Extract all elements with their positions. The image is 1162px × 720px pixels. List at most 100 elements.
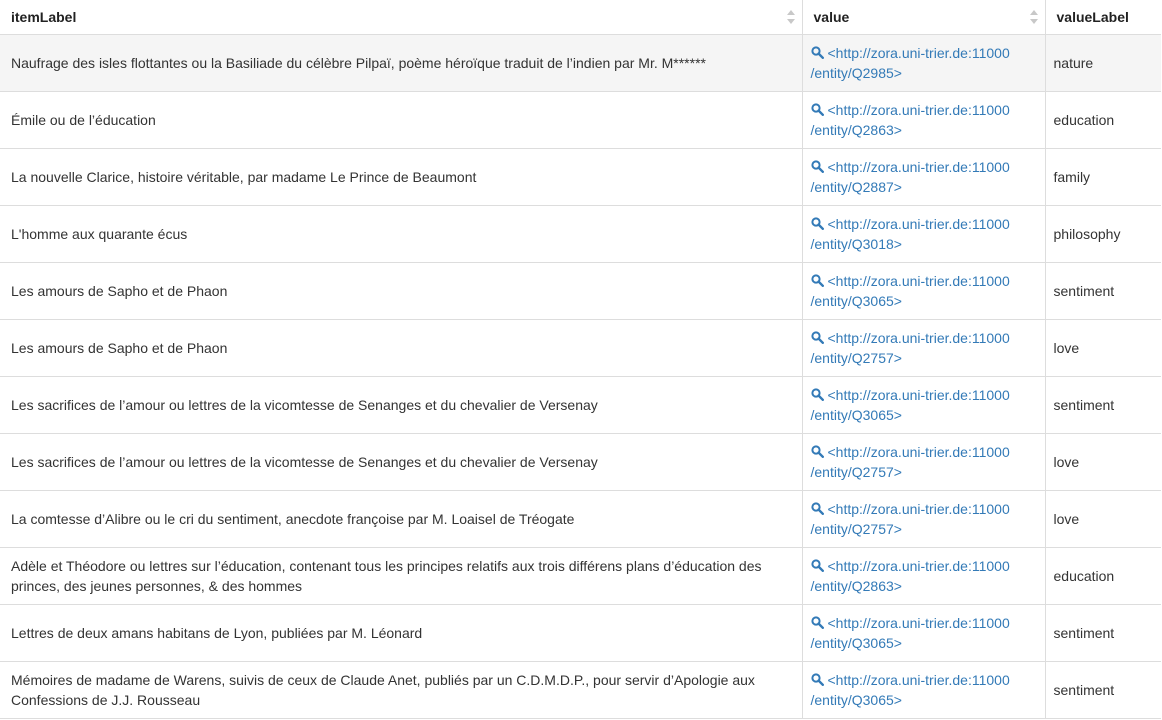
entity-link[interactable]: <http://zora.uni-trier.de:11000/entity/Q… [811, 330, 1010, 366]
item-label-cell: La comtesse d’Alibre ou le cri du sentim… [0, 490, 803, 548]
entity-url-line2[interactable]: /entity/Q2757> [811, 350, 902, 366]
item-label-cell: Lettres de deux amans habitans de Lyon, … [0, 604, 803, 662]
value-label: sentiment [1053, 396, 1115, 413]
entity-link[interactable]: <http://zora.uni-trier.de:11000/entity/Q… [811, 159, 1010, 195]
item-label-cell: Adèle et Théodore ou lettres sur l’éduca… [0, 547, 803, 605]
entity-url-line2[interactable]: /entity/Q3065> [811, 692, 902, 708]
entity-url-line1[interactable]: <http://zora.uni-trier.de:11000 [828, 45, 1010, 61]
value-label-cell: education [1045, 547, 1161, 605]
entity-url-line2[interactable]: /entity/Q3065> [811, 635, 902, 651]
entity-link[interactable]: <http://zora.uni-trier.de:11000/entity/Q… [811, 102, 1010, 138]
item-label-cell: Mémoires de madame de Warens, suivis de … [0, 661, 803, 719]
magnifier-icon[interactable] [810, 330, 824, 344]
magnifier-icon[interactable] [810, 501, 824, 515]
item-label: Les sacrifices de l’amour ou lettres de … [11, 396, 598, 413]
column-header-label: valueLabel [1056, 8, 1129, 25]
entity-url-line2[interactable]: /entity/Q3065> [811, 407, 902, 423]
entity-url-line1[interactable]: <http://zora.uni-trier.de:11000 [828, 273, 1010, 289]
entity-link[interactable]: <http://zora.uni-trier.de:11000/entity/Q… [811, 273, 1010, 309]
entity-url-line2[interactable]: /entity/Q2887> [811, 179, 902, 195]
item-label: La comtesse d’Alibre ou le cri du sentim… [11, 510, 575, 527]
item-label: Les amours de Sapho et de Phaon [11, 339, 228, 356]
value-cell: <http://zora.uni-trier.de:11000/entity/Q… [802, 262, 1046, 320]
magnifier-icon[interactable] [810, 387, 824, 401]
entity-link[interactable]: <http://zora.uni-trier.de:11000/entity/Q… [811, 672, 1010, 708]
magnifier-icon[interactable] [810, 216, 824, 230]
value-cell: <http://zora.uni-trier.de:11000/entity/Q… [802, 604, 1046, 662]
value-label: sentiment [1053, 681, 1115, 698]
magnifier-icon[interactable] [810, 45, 824, 59]
magnifier-icon[interactable] [810, 444, 824, 458]
value-label: sentiment [1053, 624, 1115, 641]
entity-url-line2[interactable]: /entity/Q2863> [811, 578, 902, 594]
table-row: Adèle et Théodore ou lettres sur l’éduca… [0, 547, 1161, 605]
entity-url-line2[interactable]: /entity/Q3065> [811, 293, 902, 309]
header-row: itemLabel value valueLabel [0, 0, 1161, 35]
results-table: itemLabel value valueLabel Naufrage des … [0, 0, 1161, 719]
column-header-itemlabel[interactable]: itemLabel [0, 0, 803, 35]
entity-link[interactable]: <http://zora.uni-trier.de:11000/entity/Q… [811, 45, 1010, 81]
item-label: Lettres de deux amans habitans de Lyon, … [11, 624, 423, 641]
item-label: Mémoires de madame de Warens, suivis de … [11, 671, 755, 708]
entity-url-line2[interactable]: /entity/Q2757> [811, 521, 902, 537]
magnifier-icon[interactable] [810, 558, 824, 572]
item-label-cell: Les amours de Sapho et de Phaon [0, 262, 803, 320]
entity-url-line1[interactable]: <http://zora.uni-trier.de:11000 [828, 501, 1010, 517]
value-cell: <http://zora.uni-trier.de:11000/entity/Q… [802, 661, 1046, 719]
entity-url-line1[interactable]: <http://zora.uni-trier.de:11000 [828, 387, 1010, 403]
value-cell: <http://zora.uni-trier.de:11000/entity/Q… [802, 91, 1046, 149]
table-row: Lettres de deux amans habitans de Lyon, … [0, 604, 1161, 662]
entity-url-line2[interactable]: /entity/Q3018> [811, 236, 902, 252]
item-label: La nouvelle Clarice, histoire véritable,… [11, 168, 477, 185]
item-label: Les sacrifices de l’amour ou lettres de … [11, 453, 598, 470]
value-label: family [1053, 168, 1091, 185]
column-header-label: itemLabel [11, 8, 77, 25]
entity-url-line1[interactable]: <http://zora.uni-trier.de:11000 [828, 216, 1010, 232]
value-label: love [1053, 453, 1080, 470]
entity-link[interactable]: <http://zora.uni-trier.de:11000/entity/Q… [811, 501, 1010, 537]
value-label-cell: education [1045, 91, 1161, 149]
magnifier-icon[interactable] [810, 672, 824, 686]
item-label: Naufrage des isles flottantes ou la Basi… [11, 54, 706, 71]
entity-link[interactable]: <http://zora.uni-trier.de:11000/entity/Q… [811, 216, 1010, 252]
entity-url-line2[interactable]: /entity/Q2863> [811, 122, 902, 138]
value-label: love [1053, 510, 1080, 527]
entity-link[interactable]: <http://zora.uni-trier.de:11000/entity/Q… [811, 387, 1010, 423]
entity-url-line2[interactable]: /entity/Q2757> [811, 464, 902, 480]
item-label: L'homme aux quarante écus [11, 225, 188, 242]
column-header-valuelabel[interactable]: valueLabel [1045, 0, 1161, 35]
value-label-cell: love [1045, 490, 1161, 548]
magnifier-icon[interactable] [810, 102, 824, 116]
entity-url-line1[interactable]: <http://zora.uni-trier.de:11000 [828, 672, 1010, 688]
value-label: education [1053, 111, 1115, 128]
value-label-cell: sentiment [1045, 376, 1161, 434]
entity-url-line1[interactable]: <http://zora.uni-trier.de:11000 [828, 615, 1010, 631]
magnifier-icon[interactable] [810, 159, 824, 173]
entity-link[interactable]: <http://zora.uni-trier.de:11000/entity/Q… [811, 615, 1010, 651]
value-cell: <http://zora.uni-trier.de:11000/entity/Q… [802, 319, 1046, 377]
sort-icon[interactable] [786, 10, 795, 24]
entity-link[interactable]: <http://zora.uni-trier.de:11000/entity/Q… [811, 444, 1010, 480]
column-header-value[interactable]: value [802, 0, 1046, 35]
item-label-cell: Naufrage des isles flottantes ou la Basi… [0, 34, 803, 92]
item-label-cell: Émile ou de l’éducation [0, 91, 803, 149]
entity-url-line1[interactable]: <http://zora.uni-trier.de:11000 [828, 444, 1010, 460]
entity-link[interactable]: <http://zora.uni-trier.de:11000/entity/Q… [811, 558, 1010, 594]
entity-url-line1[interactable]: <http://zora.uni-trier.de:11000 [828, 558, 1010, 574]
value-cell: <http://zora.uni-trier.de:11000/entity/Q… [802, 376, 1046, 434]
sort-icon[interactable] [1029, 10, 1038, 24]
value-cell: <http://zora.uni-trier.de:11000/entity/Q… [802, 547, 1046, 605]
value-label: philosophy [1053, 225, 1121, 242]
value-cell: <http://zora.uni-trier.de:11000/entity/Q… [802, 34, 1046, 92]
magnifier-icon[interactable] [810, 273, 824, 287]
value-label-cell: family [1045, 148, 1161, 206]
entity-url-line1[interactable]: <http://zora.uni-trier.de:11000 [828, 159, 1010, 175]
entity-url-line2[interactable]: /entity/Q2985> [811, 65, 902, 81]
value-cell: <http://zora.uni-trier.de:11000/entity/Q… [802, 205, 1046, 263]
entity-url-line1[interactable]: <http://zora.uni-trier.de:11000 [828, 102, 1010, 118]
entity-url-line1[interactable]: <http://zora.uni-trier.de:11000 [828, 330, 1010, 346]
table-row: Les amours de Sapho et de Phaon <http://… [0, 319, 1161, 377]
magnifier-icon[interactable] [810, 615, 824, 629]
value-label-cell: sentiment [1045, 661, 1161, 719]
item-label: Adèle et Théodore ou lettres sur l’éduca… [11, 557, 762, 594]
